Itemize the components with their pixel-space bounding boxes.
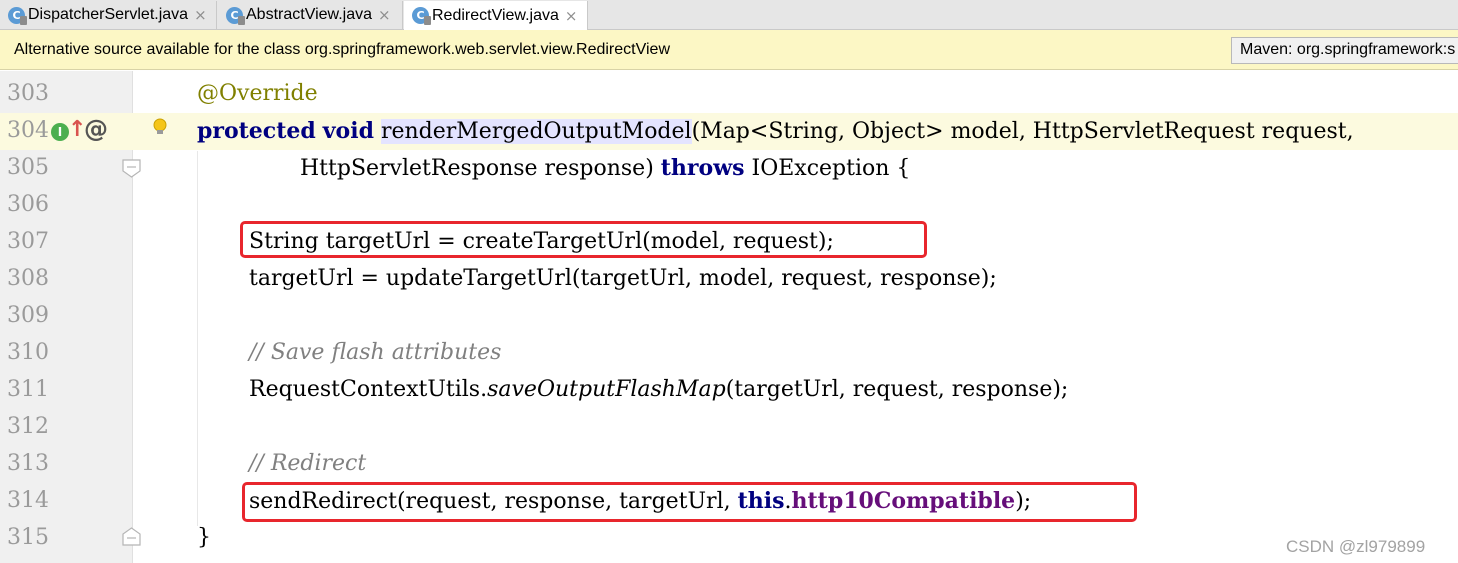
tab-label: RedirectView.java: [432, 6, 559, 24]
code-text: targetUrl = updateTargetUrl(targetUrl, m…: [249, 266, 997, 291]
tab-dispatcher-servlet[interactable]: C DispatcherServlet.java ×: [0, 1, 217, 29]
code-line-305: 305 HttpServletResponse response) throws…: [0, 150, 1458, 187]
lightbulb-icon[interactable]: [152, 117, 168, 139]
alternative-source-banner: Alternative source available for the cla…: [0, 30, 1458, 70]
tab-label: DispatcherServlet.java: [28, 6, 189, 23]
line-number: 313: [7, 451, 49, 476]
line-number: 308: [7, 266, 49, 291]
code-editor[interactable]: 303 @Override 304 I ↑ @ protected void r…: [0, 71, 1458, 563]
java-class-icon: C: [226, 6, 245, 25]
tab-label: AbstractView.java: [246, 6, 372, 23]
line-number: 303: [7, 81, 49, 106]
code-line-304: 304 I ↑ @ protected void renderMergedOut…: [0, 113, 1458, 150]
code-statement: RequestContextUtils.saveOutputFlashMap(t…: [249, 377, 1068, 402]
keyword: protected: [197, 118, 316, 144]
fold-toggle-icon[interactable]: [121, 526, 142, 547]
override-annotation: @Override: [197, 81, 318, 106]
code-text: RequestContextUtils.: [249, 377, 488, 402]
line-number: 305: [7, 155, 49, 180]
line-number: 314: [7, 488, 49, 513]
closing-brace: }: [197, 525, 211, 550]
close-icon[interactable]: ×: [378, 6, 391, 24]
keyword: throws: [660, 155, 745, 181]
code-comment: // Redirect: [249, 451, 367, 476]
code-line-308: 308 targetUrl = updateTargetUrl(targetUr…: [0, 261, 1458, 298]
watermark: CSDN @zl979899: [1286, 537, 1426, 556]
method-name: renderMergedOutputModel: [380, 119, 692, 144]
implements-marker-icon[interactable]: I: [51, 123, 69, 141]
line-number: 309: [7, 303, 49, 328]
code-text: IOException {: [744, 156, 911, 181]
fold-toggle-icon[interactable]: [121, 158, 142, 179]
line-number: 310: [7, 340, 49, 365]
java-class-icon: C: [8, 6, 27, 25]
code-text: HttpServletResponse response): [300, 156, 661, 181]
line-number: 304: [7, 118, 49, 143]
code-line-303: 303 @Override: [0, 76, 1458, 113]
code-line-309: 309: [0, 298, 1458, 335]
highlight-box-create-target-url: [240, 221, 927, 258]
annotation-at-icon[interactable]: @: [84, 115, 108, 143]
banner-message: Alternative source available for the cla…: [14, 41, 670, 58]
code-line-313: 313 // Redirect: [0, 446, 1458, 483]
code-line-315: 315 }: [0, 520, 1458, 557]
code-line-311: 311 RequestContextUtils.saveOutputFlashM…: [0, 372, 1458, 409]
code-comment: // Save flash attributes: [249, 340, 502, 365]
method-params: (Map<String, Object> model, HttpServletR…: [691, 119, 1354, 144]
code-line-306: 306: [0, 187, 1458, 224]
java-class-icon: C: [412, 7, 431, 25]
code-line-310: 310 // Save flash attributes: [0, 335, 1458, 372]
code-line-312: 312: [0, 409, 1458, 446]
code-text: (targetUrl, request, response);: [725, 377, 1069, 402]
close-icon[interactable]: ×: [565, 7, 578, 25]
tab-abstract-view[interactable]: C AbstractView.java ×: [218, 1, 403, 29]
static-method-call: saveOutputFlashMap: [487, 377, 726, 402]
method-signature: protected void renderMergedOutputModel(M…: [197, 118, 1354, 144]
editor-tab-bar: C DispatcherServlet.java × C AbstractVie…: [0, 0, 1458, 30]
line-number: 315: [7, 525, 49, 550]
highlight-box-send-redirect: [242, 482, 1137, 522]
maven-source-button[interactable]: Maven: org.springframework:s: [1231, 37, 1458, 64]
keyword: void: [322, 118, 374, 144]
line-number: 311: [7, 377, 49, 402]
close-icon[interactable]: ×: [194, 6, 207, 24]
line-number: 307: [7, 229, 49, 254]
line-number: 306: [7, 192, 49, 217]
line-number: 312: [7, 414, 49, 439]
method-signature-cont: HttpServletResponse response) throws IOE…: [300, 155, 910, 181]
tab-redirect-view[interactable]: C RedirectView.java ×: [404, 1, 588, 30]
